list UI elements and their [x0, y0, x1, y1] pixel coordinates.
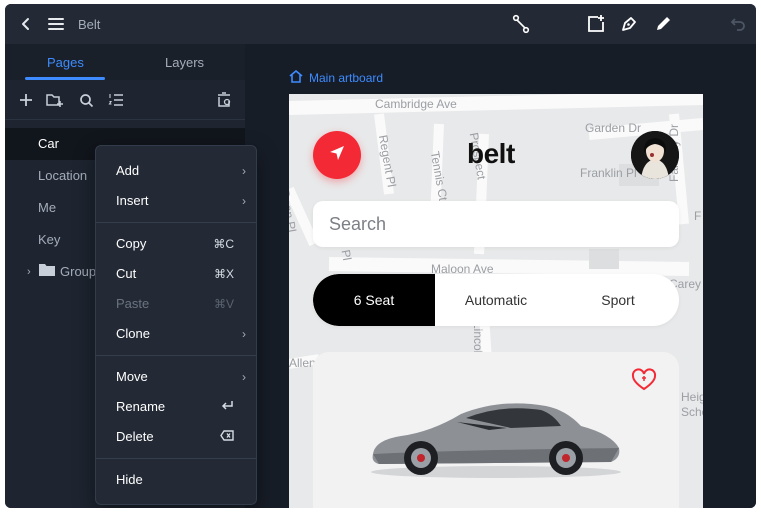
search-field[interactable] [313, 201, 679, 247]
back-icon[interactable] [15, 13, 37, 35]
chevron-right-icon[interactable]: › [27, 256, 39, 288]
sort-list-icon[interactable] [107, 91, 125, 109]
home-icon [289, 69, 303, 86]
menu-item-clone[interactable]: Clone › [96, 319, 256, 349]
design-canvas[interactable]: Main artboard Cambridge Ave Garden Dr Fr… [245, 44, 756, 508]
trash-restore-icon[interactable] [215, 91, 233, 109]
menu-item-cut[interactable]: Cut ⌘X [96, 259, 256, 289]
chevron-right-icon: › [242, 194, 246, 208]
chevron-right-icon: › [242, 370, 246, 384]
add-artboard-icon[interactable] [585, 13, 607, 35]
folder-icon [39, 256, 55, 288]
menu-item-rename-label: Rename [116, 399, 166, 414]
menu-item-hide[interactable]: Hide [96, 465, 256, 495]
segment-automatic[interactable]: Automatic [435, 274, 557, 326]
search-icon[interactable] [77, 91, 95, 109]
chevron-right-icon: › [242, 164, 246, 178]
menu-item-copy-label: Copy [116, 236, 147, 251]
menu-item-insert-label: Insert [116, 193, 149, 208]
app-title: Belt [78, 17, 101, 32]
paste-shortcut: ⌘V [213, 297, 234, 311]
cut-shortcut: ⌘X [213, 267, 234, 281]
top-toolbar: Belt [5, 4, 756, 44]
car-card[interactable] [313, 352, 679, 508]
pen-tool-icon[interactable] [618, 13, 640, 35]
menu-item-move[interactable]: Move › [96, 362, 256, 392]
menu-item-add[interactable]: Add › [96, 156, 256, 186]
menu-item-delete[interactable]: Delete [96, 422, 256, 452]
menu-divider [96, 222, 256, 223]
menu-item-clone-label: Clone [116, 326, 150, 341]
map-label-school: School [681, 405, 703, 419]
menu-item-cut-label: Cut [116, 266, 137, 281]
menu-divider [96, 355, 256, 356]
segment-sport[interactable]: Sport [557, 274, 679, 326]
menu-item-hide-label: Hide [116, 472, 143, 487]
context-menu: Add › Insert › Copy ⌘C Cut ⌘X Paste ⌘V C… [95, 145, 257, 505]
seat-type-segmented-control: 6 Seat Automatic Sport [313, 274, 679, 326]
segment-6-seat[interactable]: 6 Seat [313, 274, 435, 326]
tab-layers[interactable]: Layers [165, 55, 204, 70]
menu-item-paste: Paste ⌘V [96, 289, 256, 319]
prototype-link-icon[interactable] [510, 13, 532, 35]
chevron-right-icon: › [242, 327, 246, 341]
artboard-label[interactable]: Main artboard [289, 69, 384, 86]
app-logo: belt [467, 138, 515, 169]
search-input[interactable] [313, 201, 679, 247]
map-label-cambridge: Cambridge Ave [375, 97, 457, 111]
add-folder-icon[interactable] [46, 91, 64, 109]
hamburger-menu-icon[interactable] [45, 13, 67, 35]
favorite-heart-icon[interactable] [631, 368, 657, 397]
return-key-icon [221, 392, 234, 422]
copy-shortcut: ⌘C [213, 237, 234, 251]
artboard-name: Main artboard [309, 71, 384, 85]
menu-item-move-label: Move [116, 369, 148, 384]
map-label-allen: Allen [289, 356, 316, 370]
undo-icon[interactable] [727, 13, 749, 35]
menu-item-rename[interactable]: Rename [96, 392, 256, 422]
map-label-heights: Heights [681, 390, 703, 404]
menu-item-add-label: Add [116, 163, 140, 178]
navigation-arrow-icon [327, 143, 347, 168]
add-page-icon[interactable] [17, 91, 35, 109]
backspace-key-icon [220, 422, 234, 452]
pencil-icon[interactable] [652, 13, 674, 35]
map-label-franklin: Franklin Pl [580, 166, 637, 180]
menu-item-copy[interactable]: Copy ⌘C [96, 229, 256, 259]
group-label: Group [60, 264, 97, 279]
tab-pages[interactable]: Pages [47, 55, 84, 70]
avatar[interactable] [631, 131, 679, 179]
pages-toolbar [5, 80, 245, 120]
map-label-garden: Garden Dr [585, 121, 642, 135]
sidebar-tabs: Pages Layers [5, 44, 245, 80]
main-artboard[interactable]: Cambridge Ave Garden Dr Franklin Pl Fair… [289, 94, 703, 508]
locate-button[interactable] [313, 131, 361, 179]
car-image [371, 403, 621, 478]
app-window: Belt Pages Layers Car Location Me Key › … [5, 4, 756, 508]
menu-item-paste-label: Paste [116, 296, 150, 311]
map-label-f: F [694, 209, 702, 223]
menu-divider [96, 458, 256, 459]
menu-item-insert[interactable]: Insert › [96, 186, 256, 216]
menu-item-delete-label: Delete [116, 429, 154, 444]
